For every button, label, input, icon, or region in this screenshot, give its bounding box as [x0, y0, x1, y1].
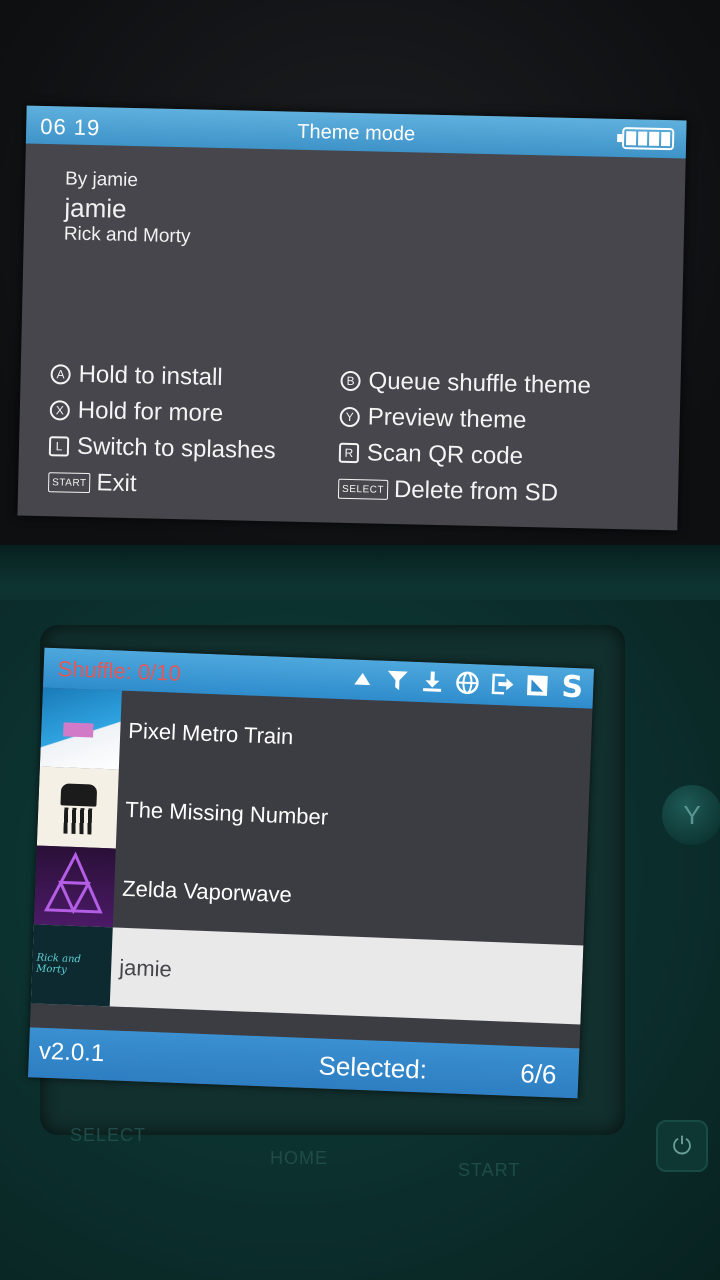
theme-title: Pixel Metro Train: [127, 717, 294, 749]
triforce-icon: [43, 851, 103, 915]
start-hw-label: START: [458, 1160, 521, 1180]
theme-thumbnail: [33, 845, 116, 928]
version-label: v2.0.1: [38, 1037, 105, 1068]
shuffle-status: Shuffle: 0/10: [57, 656, 182, 686]
l-button-icon: L: [48, 436, 70, 457]
selected-label: Selected:: [318, 1050, 428, 1085]
selected-count: 6/6: [519, 1058, 558, 1090]
r-button-icon: R: [338, 442, 360, 464]
controls-right: B Queue shuffle theme Y Preview theme R …: [337, 363, 592, 513]
filter-icon[interactable]: [384, 666, 411, 695]
a-button-icon: A: [50, 364, 71, 385]
theme-info: By jamie jamie Rick and Morty: [64, 168, 192, 248]
x-button-icon: X: [49, 400, 71, 421]
theme-title: The Missing Number: [124, 796, 329, 830]
power-button[interactable]: ⏻: [656, 1120, 708, 1172]
bottom-touch-screen: Shuffle: 0/10 S Pixel Metro Train The Mi…: [27, 647, 595, 1099]
control-queue-shuffle: B Queue shuffle theme: [340, 363, 591, 405]
control-label: Switch to splashes: [76, 432, 277, 465]
theme-name: jamie: [64, 192, 127, 224]
y-button-icon: Y: [339, 406, 360, 428]
b-button-icon: B: [340, 370, 361, 392]
control-label: Exit: [96, 469, 137, 498]
toolbar: S: [349, 664, 586, 705]
theme-list: Pixel Metro Train The Missing Number Zel…: [30, 687, 593, 1025]
controls-left: A Hold to install X Hold for more L Swit…: [47, 356, 278, 505]
theme-thumbnail: [39, 687, 122, 770]
theme-title: jamie: [118, 954, 173, 982]
download-icon[interactable]: [419, 667, 446, 696]
control-delete-from-sd: SELECT Delete from SD: [337, 471, 589, 513]
browse-icon[interactable]: [454, 668, 481, 697]
control-label: Hold to install: [78, 360, 223, 392]
top-screen: 06 19 Theme mode By jamie jamie Rick and…: [17, 105, 687, 531]
select-hw-label: SELECT: [70, 1125, 147, 1145]
control-hold-to-install: A Hold to install: [50, 356, 278, 397]
control-label: Delete from SD: [393, 476, 559, 507]
theme-author: By jamie: [64, 168, 139, 192]
theme-thumbnail: [36, 766, 119, 849]
y-hardware-button[interactable]: Y: [662, 785, 720, 845]
control-label: Hold for more: [77, 396, 224, 428]
select-button-icon: SELECT: [337, 478, 389, 500]
start-button-icon: START: [47, 472, 91, 494]
control-hold-for-more: X Hold for more: [49, 392, 277, 433]
exit-icon[interactable]: [489, 670, 516, 699]
battery-icon: [621, 127, 675, 151]
control-label: Preview theme: [367, 403, 527, 434]
control-preview-theme: Y Preview theme: [339, 399, 590, 441]
sort-icon[interactable]: S: [559, 669, 586, 705]
home-hw-label: HOME: [270, 1148, 328, 1168]
mode-title: Theme mode: [297, 120, 416, 146]
theme-title: Zelda Vaporwave: [121, 875, 293, 907]
thumbnail-logo-text: Rick and Morty: [35, 952, 82, 976]
control-scan-qr: R Scan QR code: [338, 435, 590, 477]
control-label: Scan QR code: [366, 439, 524, 470]
control-switch-to-splashes: L Switch to splashes: [48, 428, 277, 469]
theme-description: Rick and Morty: [63, 223, 191, 248]
control-label: Queue shuffle theme: [368, 367, 592, 400]
arrow-up-icon[interactable]: [349, 664, 376, 693]
preview-icon[interactable]: [524, 671, 551, 700]
theme-thumbnail: Rick and Morty: [30, 924, 113, 1007]
control-exit: START Exit: [47, 464, 276, 505]
